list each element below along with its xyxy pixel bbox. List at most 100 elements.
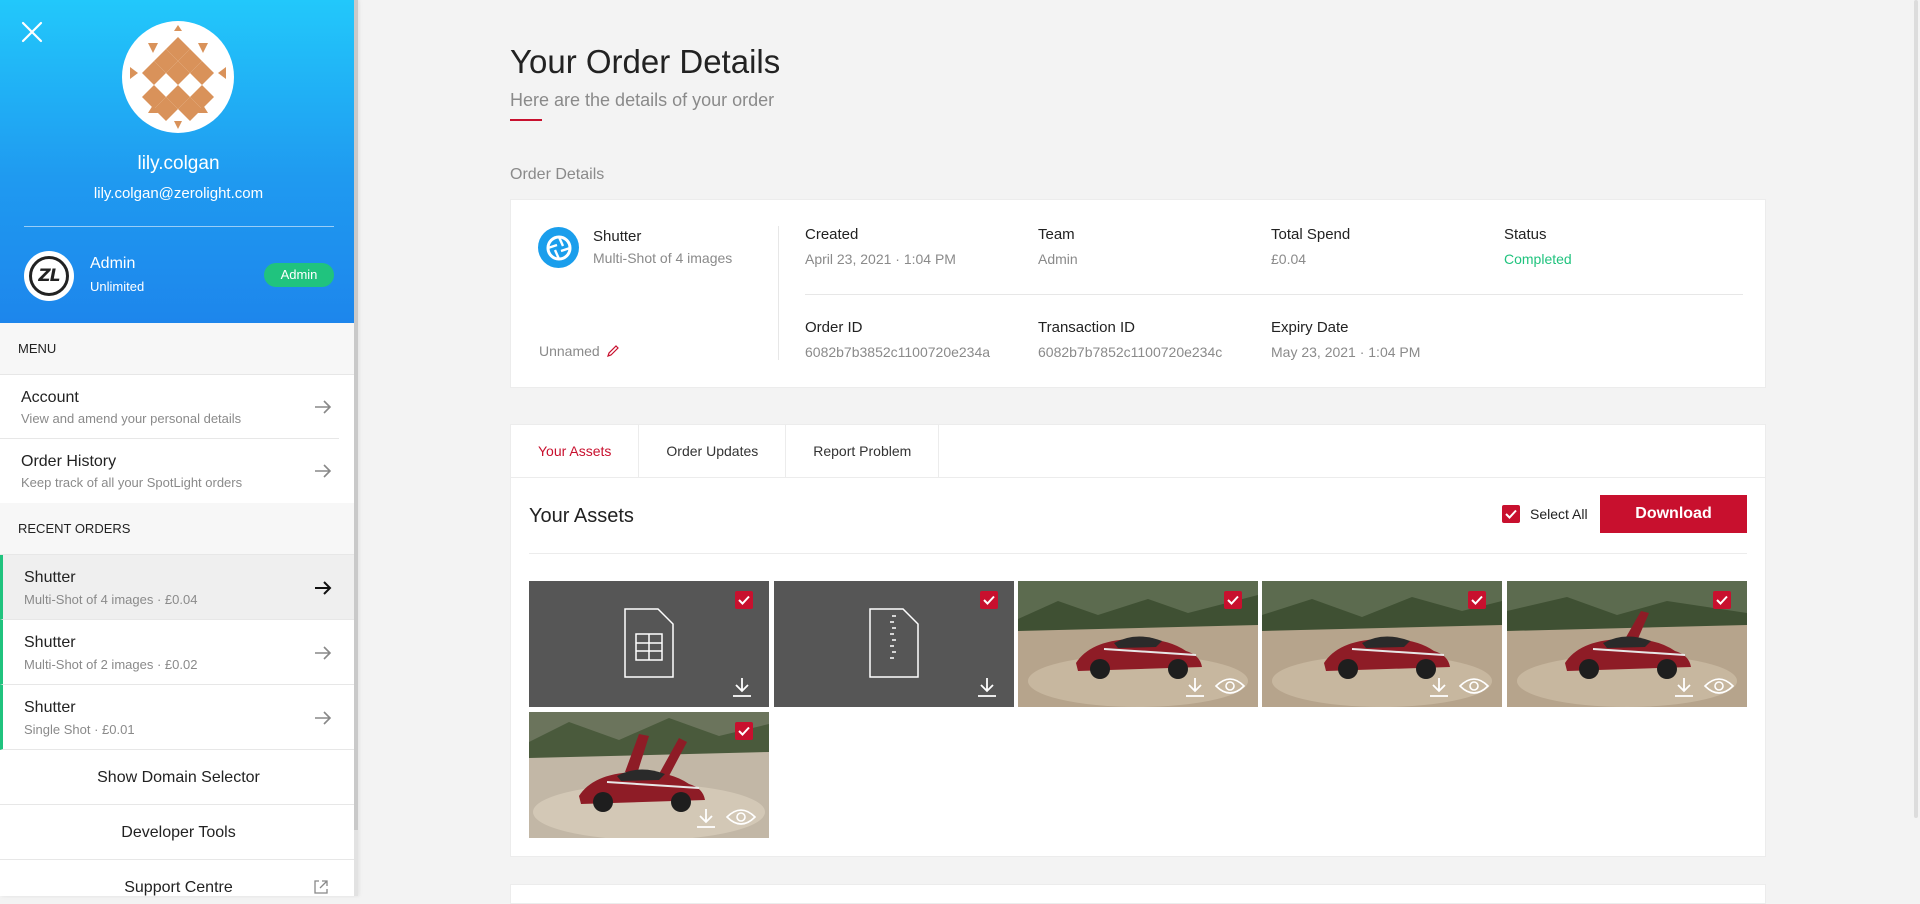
asset-checkbox[interactable] <box>980 591 998 609</box>
eye-icon[interactable] <box>1215 676 1245 696</box>
tab-divider <box>511 477 1765 478</box>
recent-order-item[interactable]: Shutter Single Shot · £0.01 <box>0 685 357 750</box>
asset-tile-car-image[interactable] <box>529 712 769 838</box>
asset-checkbox[interactable] <box>1224 591 1242 609</box>
eye-icon[interactable] <box>1459 676 1489 696</box>
download-icon[interactable] <box>1428 676 1450 698</box>
details-vertical-divider <box>778 226 779 360</box>
field-label: Order ID <box>805 319 863 336</box>
select-all-label: Select All <box>1530 506 1588 522</box>
field-value: Admin <box>1038 251 1078 267</box>
order-item-subtitle: Single Shot · £0.01 <box>24 722 135 737</box>
title-accent-line <box>510 119 542 121</box>
spreadsheet-file-icon <box>624 608 674 678</box>
total-spend-field: Total Spend £0.04 <box>1271 226 1350 267</box>
product-name: Shutter <box>593 228 642 245</box>
eye-icon[interactable] <box>726 807 756 827</box>
arrow-right-icon <box>315 400 332 414</box>
order-item-title: Shutter <box>24 569 76 586</box>
tab-order-updates[interactable]: Order Updates <box>639 425 787 477</box>
sidebar-scrollbar[interactable] <box>354 0 358 896</box>
username: lily.colgan <box>137 153 220 174</box>
eye-icon[interactable] <box>1704 676 1734 696</box>
asset-checkbox[interactable] <box>1713 591 1731 609</box>
arrow-right-icon <box>315 581 332 595</box>
order-item-subtitle: Multi-Shot of 2 images · £0.02 <box>24 657 198 672</box>
download-icon[interactable] <box>1184 676 1206 698</box>
select-all-checkbox[interactable]: Select All <box>1502 505 1588 523</box>
profile-divider <box>24 226 334 227</box>
download-button[interactable]: Download <box>1600 495 1747 533</box>
arrow-right-icon <box>315 464 332 478</box>
expiry-date-field: Expiry Date May 23, 2021 · 1:04 PM <box>1271 319 1420 360</box>
details-horizontal-divider <box>805 294 1743 295</box>
tab-report-problem[interactable]: Report Problem <box>786 425 940 477</box>
asset-tile-zip[interactable] <box>774 581 1014 707</box>
developer-tools-button[interactable]: Developer Tools <box>0 805 357 860</box>
tab-bar: Your Assets Order Updates Report Problem <box>511 425 940 477</box>
role-badge: Admin <box>264 263 334 287</box>
asset-tile-car-image[interactable] <box>1018 581 1258 707</box>
menu-item-order-history[interactable]: Order History Keep track of all your Spo… <box>0 439 339 503</box>
field-label: Created <box>805 226 859 243</box>
status-field: Status Completed <box>1504 226 1572 267</box>
next-card-edge <box>510 884 1766 904</box>
field-label: Expiry Date <box>1271 319 1349 336</box>
menu-item-title: Account <box>21 389 79 406</box>
order-name-label: Unnamed <box>539 343 600 359</box>
role-name: Admin <box>90 255 136 272</box>
recent-orders-heading: RECENT ORDERS <box>0 503 357 555</box>
assets-heading: Your Assets <box>529 505 634 527</box>
page-scrollbar[interactable] <box>1912 0 1920 896</box>
avatar-pattern-icon <box>130 25 226 129</box>
download-icon[interactable] <box>976 676 998 698</box>
product-description: Multi-Shot of 4 images <box>593 250 733 266</box>
asset-tile-spreadsheet[interactable] <box>529 581 769 707</box>
shutter-icon <box>538 227 579 268</box>
order-id-field: Order ID 6082b7b3852c1100720e234a <box>805 319 990 360</box>
order-details-label: Order Details <box>510 166 605 183</box>
order-item-title: Shutter <box>24 699 76 716</box>
menu-item-subtitle: Keep track of all your SpotLight orders <box>21 475 243 490</box>
tab-your-assets[interactable]: Your Assets <box>511 425 640 477</box>
support-centre-label: Support Centre <box>124 879 233 896</box>
order-item-title: Shutter <box>24 634 76 651</box>
team-field: Team Admin <box>1038 226 1078 267</box>
download-icon[interactable] <box>695 807 717 829</box>
page-title: Your Order Details <box>510 43 781 80</box>
download-icon[interactable] <box>1673 676 1695 698</box>
assets-divider <box>529 553 1747 554</box>
field-label: Transaction ID <box>1038 319 1135 336</box>
asset-checkbox[interactable] <box>735 722 753 740</box>
order-name-edit[interactable]: Unnamed <box>539 343 619 359</box>
close-icon[interactable] <box>20 20 44 44</box>
field-value: April 23, 2021 · 1:04 PM <box>805 251 956 267</box>
status-value: Completed <box>1504 251 1572 267</box>
avatar[interactable] <box>122 21 234 133</box>
zip-file-icon <box>869 608 919 678</box>
support-centre-button[interactable]: Support Centre <box>0 860 357 896</box>
menu-item-title: Order History <box>21 453 117 470</box>
checkbox-checked-icon <box>1502 505 1520 523</box>
asset-tile-car-image[interactable] <box>1507 581 1747 707</box>
profile-header: lily.colgan lily.colgan@zerolight.com ZL… <box>0 0 357 323</box>
field-value: 6082b7b7852c1100720e234c <box>1038 344 1223 360</box>
asset-tile-car-image[interactable] <box>1262 581 1502 707</box>
field-value: May 23, 2021 · 1:04 PM <box>1271 344 1421 360</box>
show-domain-selector-button[interactable]: Show Domain Selector <box>0 750 357 805</box>
sidebar: lily.colgan lily.colgan@zerolight.com ZL… <box>0 0 357 896</box>
menu-item-account[interactable]: Account View and amend your personal det… <box>0 375 339 439</box>
asset-checkbox[interactable] <box>1468 591 1486 609</box>
asset-checkbox[interactable] <box>735 591 753 609</box>
field-label: Status <box>1504 226 1547 243</box>
recent-order-item[interactable]: Shutter Multi-Shot of 2 images · £0.02 <box>0 620 357 685</box>
recent-order-item[interactable]: Shutter Multi-Shot of 4 images · £0.04 <box>0 555 357 620</box>
menu-item-subtitle: View and amend your personal details <box>21 411 242 426</box>
arrow-right-icon <box>315 711 332 725</box>
download-icon[interactable] <box>731 676 753 698</box>
assets-card: Your Assets Order Updates Report Problem… <box>510 424 1766 857</box>
order-details-card: Shutter Multi-Shot of 4 images Unnamed C… <box>510 199 1766 388</box>
order-item-subtitle: Multi-Shot of 4 images · £0.04 <box>24 592 198 607</box>
menu-heading: MENU <box>0 323 357 375</box>
pencil-icon <box>606 344 619 357</box>
